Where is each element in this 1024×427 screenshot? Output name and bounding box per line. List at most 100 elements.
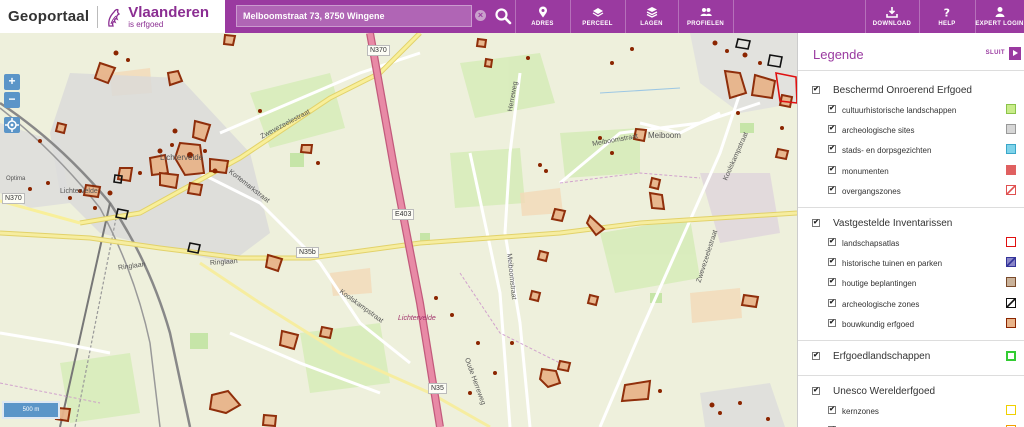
top-navigation-bar: Geoportaal Vlaanderen is erfgoed Melboom… (0, 0, 1024, 33)
legend-item-label: monumenten (842, 166, 889, 176)
legend-group-row[interactable]: ✔ Erfgoedlandschappen (798, 345, 1024, 367)
map-viewport[interactable]: Lichtervelde Lichtervelde Lichtervelde M… (0, 33, 797, 427)
legend-item-label: cultuurhistorische landschappen (842, 106, 957, 115)
place-label-lichtervelde: Lichtervelde (160, 153, 204, 162)
nav-separator (733, 0, 734, 33)
road-shield-n370: N370 (367, 45, 390, 56)
layer-checkbox[interactable]: ✔ (828, 405, 836, 414)
legend-swatch (1006, 164, 1016, 175)
legend-item[interactable]: ✔ historische tuinen en parken (798, 254, 1024, 274)
layer-checkbox[interactable]: ✔ (828, 237, 836, 246)
legend-group-row[interactable]: ✔ Unesco Werelderfgoed (798, 380, 1024, 402)
flemish-lion-logo-icon (108, 8, 121, 27)
legend-item-label: landschapsatlas (842, 238, 900, 248)
nav-label-adres: ADRES (531, 21, 554, 27)
legend-group-label: Beschermd Onroerend Erfgoed (833, 85, 972, 96)
users-icon (700, 8, 712, 16)
legend-item-label: historische tuinen en parken (842, 259, 943, 269)
legend-item[interactable]: ✔ overgangszones (798, 182, 1024, 202)
nav-button-expert-login[interactable]: EXPERT LOGIN (975, 0, 1024, 33)
legend-item[interactable]: ✔ archeologische sites (798, 121, 1024, 141)
legend-item[interactable]: ✔ archeologische zones (798, 295, 1024, 315)
layer-checkbox[interactable]: ✔ (828, 165, 836, 174)
legend-group-label: Erfgoedlandschappen (833, 350, 931, 362)
legend-item[interactable]: ✔bufferzones (798, 422, 1024, 427)
legend-item[interactable]: ✔ landschapsatlas (798, 234, 1024, 254)
layer-checkbox[interactable]: ✔ (828, 105, 836, 113)
layers-icon (646, 7, 657, 18)
legend-swatch (1006, 277, 1016, 288)
parcel-icon (592, 8, 603, 17)
nav-button-profielen[interactable]: PROFIELEN (678, 0, 733, 33)
road-shield-n370-west: N370 (2, 193, 25, 204)
legend-item-label: bouwkundig erfgoed (842, 319, 915, 329)
layer-checkbox[interactable]: ✔ (828, 125, 836, 134)
nav-label-download: DOWNLOAD (872, 21, 912, 27)
nav-button-adres[interactable]: ADRES (515, 0, 570, 33)
legend-group: ✔ Erfgoedlandschappen (798, 341, 1024, 376)
place-label-meiboom: Meiboom (648, 131, 681, 140)
road-shield-n35: N35 (428, 383, 447, 394)
legend-item-label: houtige beplantingen (842, 279, 917, 289)
legend-close-label[interactable]: SLUIT (986, 50, 1005, 56)
legend-group: ✔ Vastgestelde Inventarissen ✔ landschapsat… (798, 208, 1024, 341)
legend-item[interactable]: ✔ bouwkundig erfgoed (798, 315, 1024, 335)
layer-checkbox[interactable]: ✔ (828, 145, 836, 154)
group-checkbox[interactable]: ✔ (812, 218, 820, 227)
nav-label-profielen: PROFIELEN (686, 21, 725, 27)
zoom-in-button[interactable]: + (4, 74, 20, 90)
legend-item[interactable]: ✔ monumenten (798, 162, 1024, 182)
legend-swatch (1006, 317, 1016, 328)
legend-close-button[interactable] (1009, 47, 1021, 60)
address-search-input[interactable]: Melboomstraat 73, 8750 Wingene (236, 5, 472, 27)
legend-item[interactable]: ✔ kernzones (798, 402, 1024, 422)
app-title: Geoportaal (8, 8, 90, 25)
group-checkbox[interactable]: ✔ (812, 86, 820, 94)
nav-button-download[interactable]: DOWNLOAD (865, 0, 919, 33)
search-icon[interactable] (494, 7, 512, 25)
organisation-name: Vlaanderen (128, 3, 210, 21)
nav-button-help[interactable]: ? HELP (919, 0, 975, 33)
legend-item-label: stads- en dorpsgezichten (842, 146, 932, 156)
legend-swatch (1006, 350, 1016, 361)
layer-checkbox[interactable]: ✔ (828, 258, 836, 267)
layer-checkbox[interactable]: ✔ (828, 298, 836, 307)
layer-checkbox[interactable]: ✔ (828, 318, 836, 327)
legend-item[interactable]: ✔ cultuurhistorische landschappen (798, 101, 1024, 121)
layer-checkbox[interactable]: ✔ (828, 185, 836, 194)
legend-swatch (1006, 144, 1016, 155)
brand-area[interactable]: Geoportaal Vlaanderen is erfgoed (0, 0, 225, 33)
legend-swatch (1006, 297, 1016, 308)
question-icon: ? (944, 7, 950, 19)
user-icon (995, 7, 1004, 17)
organisation-tagline: is erfgoed (128, 19, 164, 29)
map-pin-icon (538, 6, 547, 18)
legend-group: ✔ Beschermd Onroerend Erfgoed ✔ cultuurhist… (798, 71, 1024, 208)
locate-button[interactable] (4, 117, 20, 133)
group-checkbox[interactable]: ✔ (812, 386, 820, 395)
legend-group-label: Vastgestelde Inventarissen (833, 217, 953, 229)
nav-button-perceel[interactable]: PERCEEL (570, 0, 625, 33)
clear-search-icon[interactable]: × (475, 10, 486, 21)
nav-button-lagen[interactable]: LAGEN (625, 0, 678, 33)
road-shield-e403: E403 (392, 209, 415, 220)
legend-groups: ✔ Beschermd Onroerend Erfgoed ✔ cultuurhist… (798, 71, 1024, 427)
legend-title: Legende (813, 47, 864, 62)
legend-swatch (1006, 124, 1016, 135)
download-icon (886, 7, 898, 18)
nav-label-lagen: LAGEN (640, 21, 663, 27)
layer-checkbox[interactable]: ✔ (828, 278, 836, 287)
legend-swatch (1006, 404, 1016, 415)
legend-group-row[interactable]: ✔ Vastgestelde Inventarissen (798, 212, 1024, 234)
legend-panel: Legende SLUIT ✔ Beschermd Onroerend Erfgo… (797, 33, 1024, 427)
legend-swatch (1006, 236, 1016, 247)
zoom-out-button[interactable]: − (4, 92, 20, 108)
nav-label-perceel: PERCEEL (582, 21, 613, 27)
crosshair-icon (5, 118, 19, 132)
legend-group-row[interactable]: ✔ Beschermd Onroerend Erfgoed (798, 79, 1024, 101)
legend-swatch (1006, 257, 1016, 268)
legend-item[interactable]: ✔ houtige beplantingen (798, 274, 1024, 294)
group-checkbox[interactable]: ✔ (812, 351, 820, 360)
legend-item-label: archeologische zones (842, 299, 920, 309)
legend-item[interactable]: ✔ stads- en dorpsgezichten (798, 141, 1024, 161)
